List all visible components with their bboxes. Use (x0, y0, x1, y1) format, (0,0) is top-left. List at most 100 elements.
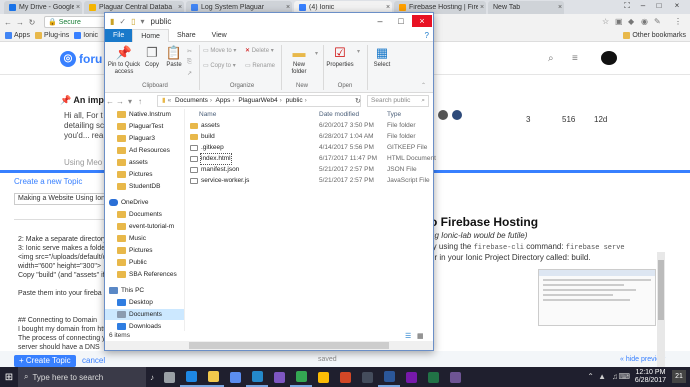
task-view-taskbar-button[interactable] (158, 367, 180, 387)
column-header-name[interactable]: Name (199, 109, 216, 120)
path-breadcrumb[interactable]: ▮ « Documents › Apps › PlaguarWeb4 › public › (157, 95, 361, 107)
new-folder-icon[interactable]: ▯ (131, 17, 135, 26)
search-icon[interactable]: ⌕ (548, 53, 554, 64)
collapse-ribbon-icon[interactable]: ⌃ (421, 82, 426, 89)
file-row[interactable]: manifest.json 5/21/2017 2:57 PM JSON File (187, 165, 433, 175)
powerpoint-taskbar-button[interactable] (334, 367, 356, 387)
close-tab-icon[interactable]: × (284, 4, 292, 11)
chrome-taskbar-button[interactable] (290, 367, 312, 387)
close-tab-icon[interactable]: × (176, 4, 184, 11)
clock[interactable]: 12:10 PM 6/28/2017 (635, 369, 666, 385)
recent-locations-icon[interactable]: ▾ (125, 97, 135, 106)
tab-view[interactable]: View (204, 29, 235, 42)
file-row[interactable]: index.html 6/17/2017 11:47 PM HTML Documen… (187, 153, 436, 165)
nav-item-plaguar3[interactable]: Plaguar3 (105, 133, 184, 144)
nav-item-this-pc[interactable]: This PC (105, 285, 184, 296)
poster-avatar[interactable] (452, 110, 462, 120)
file-row[interactable]: assets 6/20/2017 3:50 PM File folder (187, 121, 433, 131)
new-item-icon[interactable]: ▾ (315, 50, 318, 57)
cancel-link[interactable]: cancel (82, 356, 105, 365)
github-desktop-taskbar-button[interactable] (444, 367, 466, 387)
nav-item-onedrive[interactable]: OneDrive (105, 197, 184, 208)
user-avatar[interactable] (601, 51, 617, 65)
delete-button[interactable]: ✕ Delete ▾ (245, 47, 274, 54)
file-row[interactable]: build 6/28/2017 1:04 AM File folder (187, 132, 433, 142)
open-icon[interactable]: ▾ (357, 48, 360, 55)
address-bar[interactable]: 🔒 Secure (44, 16, 108, 28)
markdown-editor[interactable]: 2: Make a separate directory 3: Ionic ser… (18, 235, 108, 352)
bookmark-plugins[interactable]: Plug-ins (34, 32, 69, 39)
topic-title-input[interactable]: Making a Website Using Ion (14, 193, 106, 205)
maximize-icon[interactable]: □ (391, 15, 411, 27)
other-bookmarks[interactable]: Other bookmarks (623, 32, 686, 39)
search-box[interactable]: Search public ⌕ (367, 95, 429, 107)
extension-icon[interactable]: ◆ (628, 17, 634, 26)
nav-item-studentdb[interactable]: StudentDB (105, 181, 184, 192)
nav-item-public[interactable]: Public (105, 257, 184, 268)
details-view-icon[interactable]: ☰ (405, 332, 411, 340)
word-taskbar-button[interactable] (378, 367, 400, 387)
copy-to-button[interactable]: ▭ Copy to ▾ (203, 62, 236, 69)
breadcrumb-item[interactable]: Documents (175, 97, 208, 104)
action-center-badge[interactable]: 21 (672, 370, 686, 383)
nav-item-event-tutorial-m[interactable]: event-tutorial-m (105, 221, 184, 232)
nav-item-desktop[interactable]: Desktop (105, 297, 184, 308)
file-row[interactable]: .gitkeep 4/14/2017 5:56 PM GITKEEP File (187, 143, 433, 153)
nav-item-sba-references[interactable]: SBA References (105, 269, 184, 280)
refresh-icon[interactable]: ↻ (355, 97, 361, 105)
close-tab-icon[interactable]: × (478, 4, 486, 11)
tab-file[interactable]: File (105, 28, 133, 42)
nav-item-ad-resources[interactable]: Ad Resources (105, 145, 184, 156)
quick-access-dropdown-icon[interactable]: ▾ (141, 17, 145, 26)
help-icon[interactable]: ? (425, 31, 429, 40)
horizontal-scrollbar[interactable] (105, 341, 433, 350)
volume-icon[interactable]: ♫ (612, 372, 618, 381)
nav-item-pictures[interactable]: Pictures (105, 169, 184, 180)
tab-share[interactable]: Share (169, 29, 204, 42)
move-to-button[interactable]: ▭ Move to ▾ (203, 47, 236, 54)
close-window-icon[interactable]: × (670, 0, 684, 12)
close-tab-icon[interactable]: × (556, 4, 564, 11)
forward-icon[interactable]: → (115, 97, 125, 106)
copy-button[interactable]: ❐ Copy (141, 45, 163, 69)
user-profile-icon[interactable]: ⛶ (620, 0, 634, 12)
column-header-type[interactable]: Type (387, 109, 401, 120)
tab-new-tab[interactable]: New Tab × (488, 1, 564, 14)
select-button[interactable]: ▦ Select (371, 45, 393, 69)
forum-logo-text[interactable]: foru (79, 52, 102, 66)
nav-item-documents[interactable]: Documents (105, 209, 184, 220)
nav-item-native-instrum[interactable]: Native.Instrum (105, 109, 184, 120)
back-icon[interactable]: ← (105, 97, 115, 106)
back-icon[interactable]: ← (2, 18, 14, 27)
ionic-logo-icon[interactable]: ◎ (60, 51, 76, 67)
visual-studio-taskbar-button[interactable] (268, 367, 290, 387)
taskbar-search-box[interactable]: ⌕ Type here to search (18, 367, 146, 387)
breadcrumb-item[interactable]: Apps (216, 97, 231, 104)
nav-item-plaguartest[interactable]: PlaguarTest (105, 121, 184, 132)
pin-to-quick-access-button[interactable]: 📌 Pin to Quick access (107, 45, 141, 76)
forward-icon[interactable]: → (14, 18, 26, 27)
file-row[interactable]: service-worker.js 5/21/2017 2:57 PM JavaSc… (187, 176, 433, 186)
tray-overflow-icon[interactable]: ⌃ (587, 372, 594, 381)
photos-taskbar-button[interactable] (356, 367, 378, 387)
paste-button[interactable]: 📋 Paste (163, 45, 185, 69)
tab-home[interactable]: Home (132, 28, 169, 42)
extension-icon[interactable]: ▣ (615, 17, 623, 26)
close-tab-icon[interactable]: × (384, 4, 392, 11)
keyboard-icon[interactable]: ⌨ (618, 372, 630, 381)
properties-button[interactable]: ☑ Properties (325, 45, 355, 69)
cut-icon[interactable]: ✂ (187, 48, 192, 55)
nav-item-assets[interactable]: assets (105, 157, 184, 168)
scrollbar-thumb[interactable] (189, 342, 389, 349)
copy-path-icon[interactable]: ⎘ (187, 59, 192, 66)
nav-item-documents[interactable]: Documents (105, 309, 184, 320)
bookmark-ionic[interactable]: Ionic (74, 32, 98, 39)
column-header-date-modified[interactable]: Date modified (319, 109, 359, 120)
network-icon[interactable]: ▲ (598, 372, 606, 381)
extension-icon[interactable]: ✎ (654, 17, 661, 26)
scrollbar-thumb[interactable] (658, 260, 664, 320)
onenote-taskbar-button[interactable] (400, 367, 422, 387)
reload-icon[interactable]: ↻ (26, 18, 38, 27)
minimize-icon[interactable]: – (370, 15, 390, 27)
properties-icon[interactable]: ✓ (119, 17, 126, 26)
